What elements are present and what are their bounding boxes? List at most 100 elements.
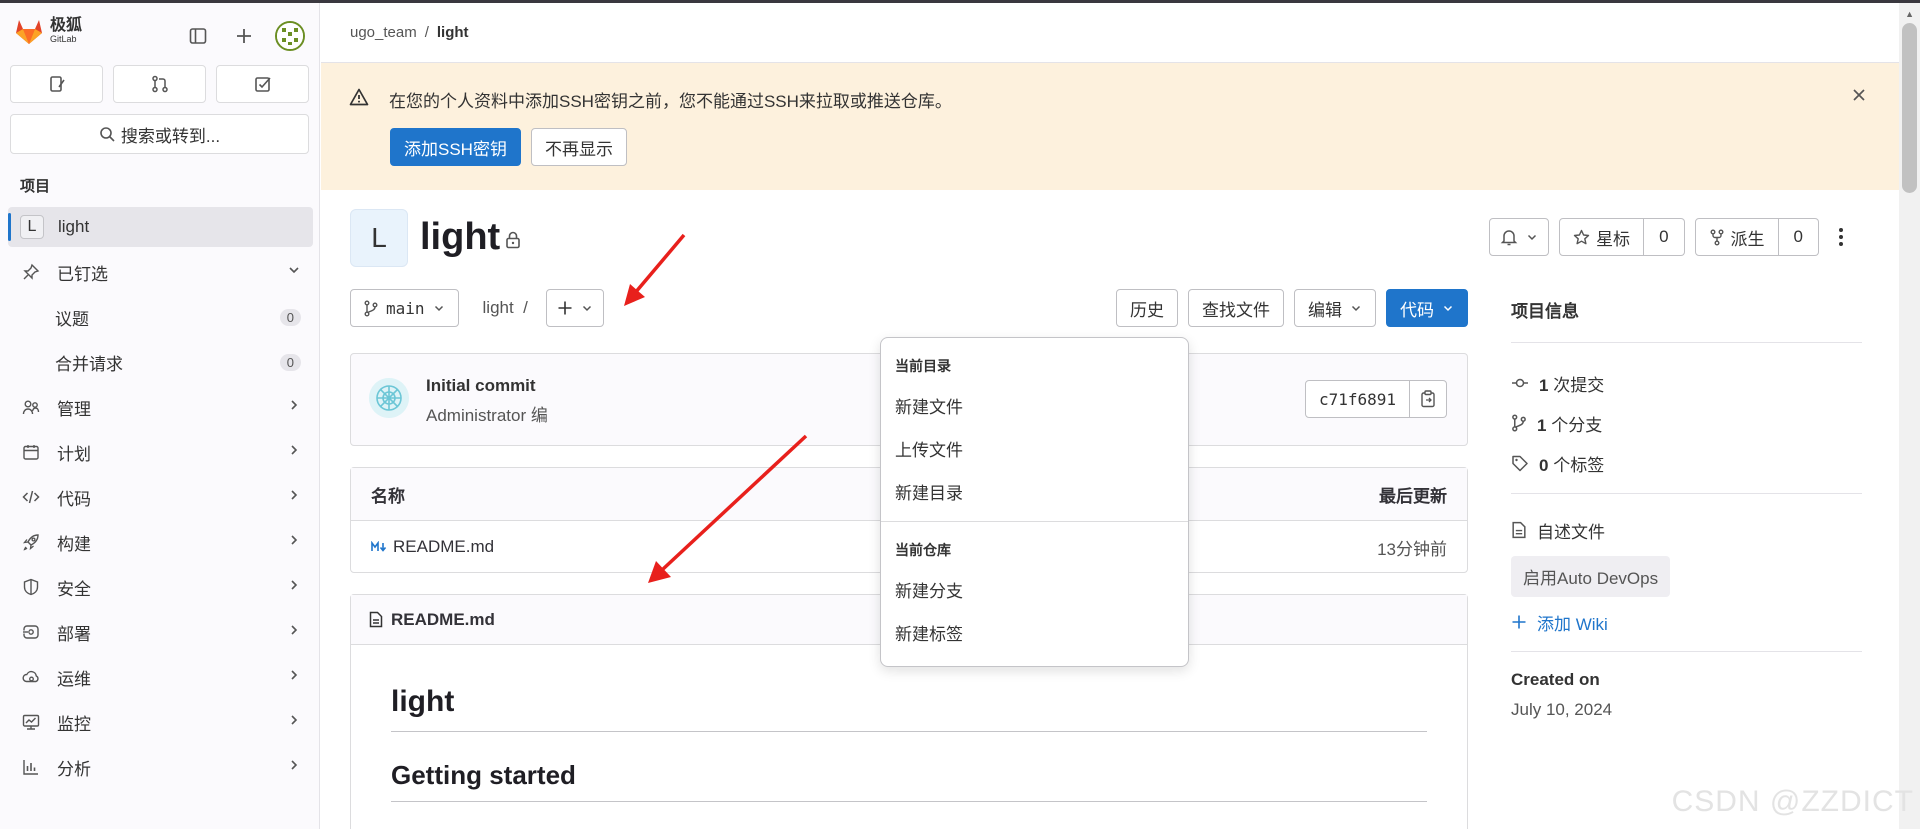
tags-label: 个标签	[1553, 455, 1605, 475]
chevron-down-icon	[1443, 305, 1453, 312]
sidebar-item-deploy[interactable]: 部署	[8, 612, 313, 652]
fox-logo-icon	[16, 20, 42, 44]
watermark: CSDN @ZZDICT	[1671, 785, 1914, 818]
bell-icon	[1500, 230, 1518, 246]
branch-selector[interactable]: main	[350, 289, 459, 327]
sidebar-item-label: 部署	[57, 624, 91, 644]
commit-sha[interactable]: c71f6891	[1304, 380, 1410, 418]
breadcrumb-separator: /	[424, 24, 429, 41]
todos-shortcut-button[interactable]	[216, 65, 309, 103]
brand-name-cn: 极狐	[50, 17, 83, 34]
issues-shortcut-button[interactable]	[10, 65, 103, 103]
warning-icon	[349, 88, 369, 111]
chevron-down-icon	[287, 262, 301, 282]
repo-path-link[interactable]: light /	[483, 298, 528, 318]
copy-icon	[1421, 390, 1435, 408]
menu-item-new-file[interactable]: 新建文件	[881, 384, 1188, 427]
brand-name-en: GitLab	[50, 34, 77, 44]
sidebar-item-build[interactable]: 构建	[8, 522, 313, 562]
star-count[interactable]: 0	[1644, 218, 1685, 256]
add-to-tree-dropdown-button[interactable]	[545, 289, 604, 327]
sidebar-item-merge-requests[interactable]: 合并请求 0	[8, 342, 313, 382]
sidebar-item-operate[interactable]: 运维	[8, 657, 313, 697]
branch-name: main	[386, 298, 425, 318]
sidebar-item-manage[interactable]: 管理	[8, 387, 313, 427]
sidebar-item-label: 运维	[57, 669, 91, 689]
add-wiki-link[interactable]: 添加 Wiki	[1511, 605, 1862, 639]
breadcrumb-group-link[interactable]: ugo_team	[350, 24, 417, 41]
fork-label: 派生	[1730, 229, 1765, 249]
history-button[interactable]: 历史	[1116, 289, 1178, 327]
breadcrumb-current[interactable]: light	[437, 24, 469, 41]
sidebar-item-plan[interactable]: 计划	[8, 432, 313, 472]
branches-label: 个分支	[1551, 415, 1603, 435]
readme-label: 自述文件	[1537, 522, 1605, 542]
monitor-icon	[20, 713, 42, 731]
search-or-goto-button[interactable]: 搜索或转到...	[10, 114, 309, 154]
code-dropdown-button[interactable]: 代码	[1386, 289, 1468, 327]
users-icon	[20, 398, 42, 416]
sidebar-item-label: 议题	[55, 309, 89, 329]
chevron-right-icon	[287, 397, 301, 417]
ssh-key-alert: 在您的个人资料中添加SSH密钥之前，您不能通过SSH来拉取或推送仓库。 添加SS…	[321, 63, 1899, 190]
toggle-sidebar-icon[interactable]	[183, 21, 213, 51]
plus-icon	[1512, 615, 1526, 629]
fork-icon	[1710, 229, 1724, 245]
tag-icon	[1512, 455, 1528, 472]
more-actions-icon[interactable]	[1829, 227, 1853, 247]
dont-show-again-button[interactable]: 不再显示	[530, 128, 627, 166]
tags-link[interactable]: 0 个标签	[1511, 443, 1862, 483]
sidebar-item-label: 监控	[57, 714, 91, 734]
notification-dropdown-button[interactable]	[1489, 218, 1550, 256]
scrollbar-thumb[interactable]	[1902, 23, 1917, 193]
sidebar-item-project[interactable]: L light	[8, 207, 313, 247]
enable-auto-devops-button[interactable]: 启用Auto DevOps	[1511, 556, 1671, 597]
sidebar-item-monitor[interactable]: 监控	[8, 702, 313, 742]
star-button[interactable]: 星标	[1559, 218, 1645, 256]
create-new-icon[interactable]	[229, 21, 259, 51]
created-on-date: July 10, 2024	[1511, 700, 1613, 719]
brand-logo[interactable]: 极狐 GitLab	[14, 17, 82, 45]
sidebar: 极狐 GitLab 搜索或转到... 项目 L light 已钉选 议题 0 合…	[0, 3, 320, 829]
edit-label: 编辑	[1308, 300, 1342, 320]
file-name[interactable]: README.md	[393, 537, 494, 557]
commit-icon	[1512, 378, 1528, 388]
chevron-right-icon	[287, 577, 301, 597]
sidebar-item-code[interactable]: 代码	[8, 477, 313, 517]
column-header-updated: 最后更新	[1379, 486, 1447, 506]
commits-link[interactable]: 1 次提交	[1511, 363, 1862, 403]
merge-requests-shortcut-button[interactable]	[113, 65, 206, 103]
page-scrollbar[interactable]: ▲	[1899, 3, 1920, 829]
cloud-gear-icon	[20, 668, 42, 686]
menu-item-upload-file[interactable]: 上传文件	[881, 427, 1188, 470]
code-icon	[20, 488, 42, 506]
user-avatar[interactable]	[275, 21, 305, 51]
search-icon	[100, 127, 115, 142]
sidebar-item-issues[interactable]: 议题 0	[8, 297, 313, 337]
scroll-up-arrow-icon[interactable]: ▲	[1905, 9, 1914, 19]
readme-filename[interactable]: README.md	[391, 610, 495, 630]
menu-item-new-tag[interactable]: 新建标签	[881, 611, 1188, 654]
sidebar-item-pinned[interactable]: 已钉选	[8, 252, 313, 292]
breadcrumb: ugo_team / light	[350, 24, 469, 41]
menu-item-new-branch[interactable]: 新建分支	[881, 568, 1188, 611]
menu-item-new-directory[interactable]: 新建目录	[881, 470, 1188, 513]
readme-link[interactable]: 自述文件	[1511, 510, 1862, 550]
add-ssh-key-button[interactable]: 添加SSH密钥	[390, 128, 521, 166]
sidebar-item-analyze[interactable]: 分析	[8, 747, 313, 787]
calendar-icon	[20, 443, 42, 461]
branch-icon	[1512, 414, 1526, 432]
edit-dropdown-button[interactable]: 编辑	[1294, 289, 1376, 327]
commit-title[interactable]: Initial commit	[426, 376, 536, 396]
fork-button[interactable]: 派生	[1694, 218, 1779, 256]
dropdown-group-current-repository: 当前仓库	[895, 542, 951, 558]
commit-author-avatar[interactable]	[369, 378, 409, 418]
search-label: 搜索或转到...	[120, 126, 221, 146]
sidebar-item-security[interactable]: 安全	[8, 567, 313, 607]
close-icon[interactable]	[1851, 83, 1867, 109]
sidebar-item-label: 分析	[57, 759, 91, 779]
fork-count[interactable]: 0	[1778, 218, 1819, 256]
find-file-button[interactable]: 查找文件	[1188, 289, 1284, 327]
copy-sha-button[interactable]	[1410, 380, 1447, 418]
branches-link[interactable]: 1 个分支	[1511, 403, 1862, 443]
